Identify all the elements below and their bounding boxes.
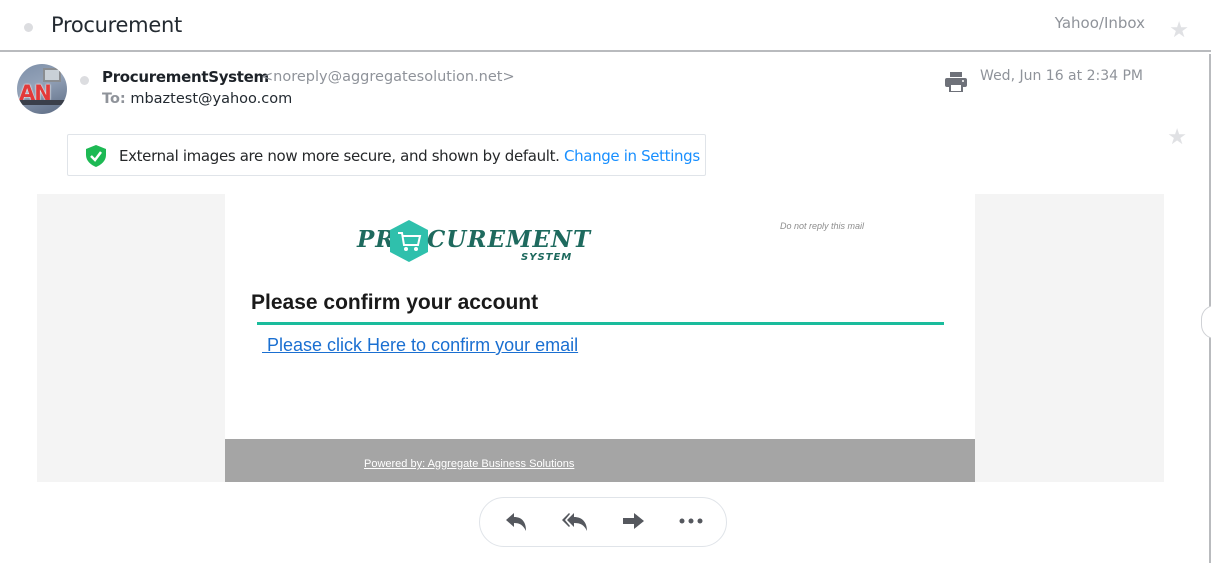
email-subject: Procurement: [51, 13, 182, 37]
reply-icon: [506, 513, 526, 531]
procurement-logo: PR CUREMENT SYSTEM: [357, 220, 590, 266]
read-status-dot-icon[interactable]: [80, 76, 89, 85]
sender-name[interactable]: ProcurementSystem: [102, 68, 269, 86]
divider: [257, 322, 944, 325]
change-settings-link[interactable]: Change in Settings: [564, 147, 700, 165]
no-reply-note: Do not reply this mail: [780, 221, 865, 231]
shield-check-icon: [86, 145, 106, 167]
star-icon[interactable]: ★: [1167, 126, 1187, 148]
forward-button[interactable]: [620, 509, 648, 535]
sender-email: <noreply@aggregatesolution.net>: [261, 69, 515, 85]
message-view: AN ProcurementSystem <noreply@aggregates…: [0, 54, 1211, 563]
cart-icon: [390, 220, 428, 262]
reply-button[interactable]: [502, 509, 530, 535]
star-icon[interactable]: ★: [1169, 19, 1189, 41]
email-heading: Please confirm your account: [251, 291, 539, 314]
recipient-line: To: mbaztest@yahoo.com: [102, 91, 292, 107]
more-button[interactable]: [677, 509, 705, 535]
more-icon: [679, 518, 703, 524]
printer-icon[interactable]: [945, 72, 967, 93]
powered-by-link[interactable]: Powered by: Aggregate Business Solutions: [364, 458, 574, 470]
subject-bar: Procurement Yahoo/Inbox ★: [0, 0, 1211, 52]
forward-icon: [623, 513, 644, 529]
reply-all-icon: [562, 513, 587, 531]
unread-dot-icon[interactable]: [24, 23, 33, 32]
message-date: Wed, Jun 16 at 2:34 PM: [980, 68, 1143, 84]
to-label: To:: [102, 91, 126, 107]
external-images-notice: External images are now more secure, and…: [67, 134, 706, 176]
reply-all-button[interactable]: [561, 509, 589, 535]
notice-text: External images are now more secure, and…: [119, 147, 700, 165]
recipient-address[interactable]: mbaztest@yahoo.com: [130, 91, 292, 107]
folder-breadcrumb[interactable]: Yahoo/Inbox: [1055, 14, 1145, 32]
message-actions-toolbar: [479, 497, 727, 547]
avatar: AN: [17, 64, 67, 114]
confirm-email-link[interactable]: Please click Here to confirm your email: [262, 335, 578, 356]
email-body: PR CUREMENT SYSTEM Do not reply this mai…: [225, 194, 975, 482]
email-footer: Powered by: Aggregate Business Solutions: [225, 439, 975, 482]
